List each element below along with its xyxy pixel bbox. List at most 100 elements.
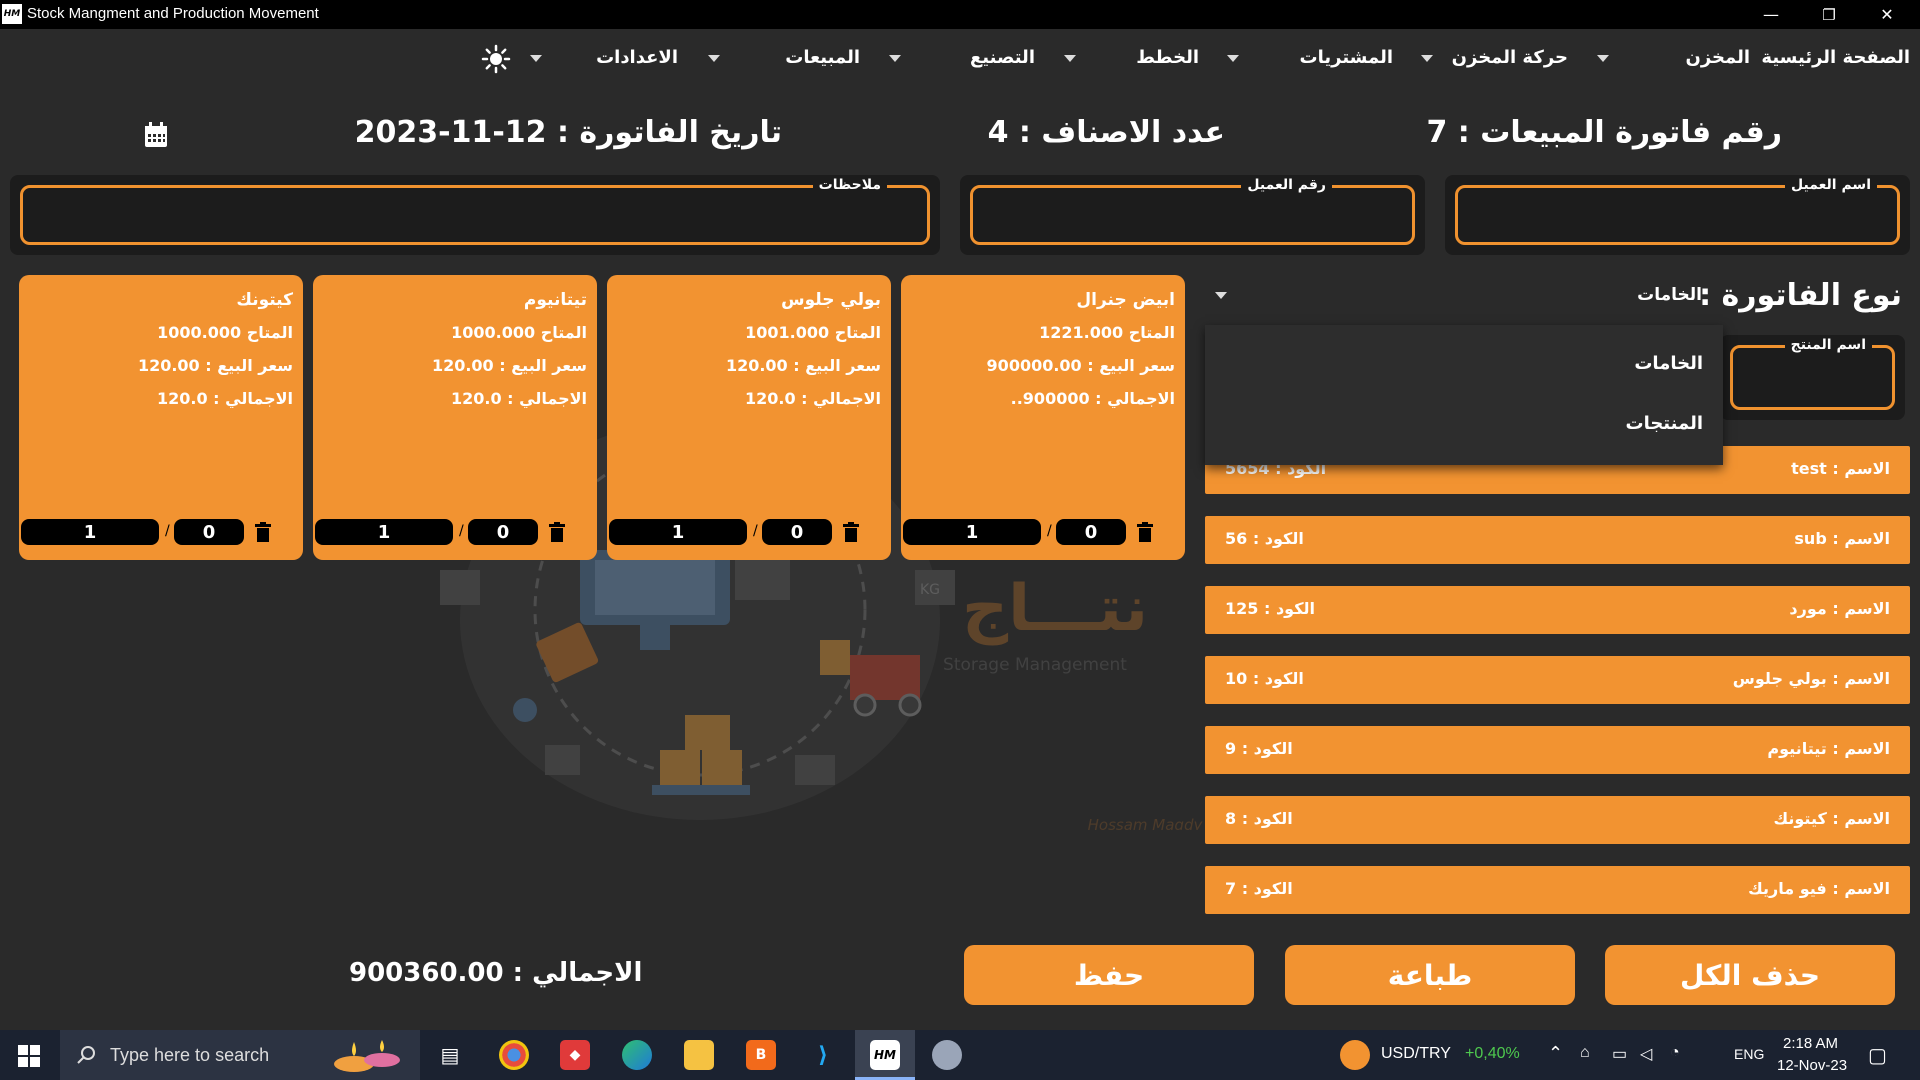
menu-purchases[interactable]: المشتريات [1300, 47, 1393, 68]
customer-name-field[interactable]: اسم العميل [1455, 177, 1900, 245]
volume-icon[interactable]: ◁ [1640, 1044, 1652, 1064]
search-icon [77, 1046, 95, 1064]
sun-icon[interactable] [481, 44, 511, 74]
task-view-icon[interactable]: ▤ [435, 1040, 465, 1070]
chevron-down-icon[interactable] [530, 55, 542, 62]
list-item[interactable]: الاسم : sub الكود : 56 [1205, 516, 1910, 564]
invoice-type-select[interactable]: الخامات [1205, 280, 1710, 310]
product-card: تيتانيوم المتاح 1000.000 سعر البيع : 120… [313, 275, 597, 560]
anydesk-icon[interactable]: ◆ [560, 1040, 590, 1070]
dropdown-option-products[interactable]: المنتجات [1625, 413, 1703, 434]
chevron-down-icon[interactable] [1421, 55, 1433, 62]
menu-manufacturing[interactable]: التصنيع [970, 47, 1035, 68]
customer-number-panel: رقم العميل [960, 175, 1425, 255]
menu-warehouse-movement[interactable]: حركة المخزن [1452, 47, 1568, 68]
language-indicator[interactable]: ENG [1734, 1046, 1764, 1062]
product-name-field[interactable]: اسم المنتج [1730, 337, 1895, 410]
chevron-down-icon[interactable] [708, 55, 720, 62]
total-label-text: الاجمالي [532, 958, 643, 988]
network-icon[interactable]: ⌂ [1580, 1044, 1590, 1062]
app-logo-icon: HM [2, 4, 22, 24]
kg-mark: KG [920, 582, 940, 598]
card-qty-input[interactable]: 1 [609, 519, 747, 545]
calendar-icon[interactable] [144, 122, 168, 148]
total-display: 900360.00 : الاجمالي [349, 958, 643, 988]
total-value: 900360.00 [349, 958, 504, 988]
notes-label: ملاحظات [812, 177, 887, 193]
customer-name-input[interactable] [1468, 198, 1887, 234]
menu-warehouse[interactable]: المخزن [1685, 47, 1750, 68]
card-extra-input[interactable]: 0 [1056, 519, 1126, 545]
menu-home[interactable]: الصفحة الرئيسية [1761, 47, 1910, 68]
minimize-button[interactable]: — [1742, 0, 1800, 29]
list-item[interactable]: الاسم : تيتانيوم الكود : 9 [1205, 726, 1910, 774]
invoice-type-dropdown: الخامات المنتجات [1205, 325, 1723, 465]
windows-start-icon[interactable] [18, 1045, 40, 1067]
trash-icon[interactable] [1137, 522, 1153, 542]
invoice-type-value: الخامات [1637, 285, 1702, 305]
card-qty-input[interactable]: 1 [315, 519, 453, 545]
card-available: المتاح 1000.000 [451, 323, 587, 342]
card-qty-input[interactable]: 1 [21, 519, 159, 545]
product-card: كيتونك المتاح 1000.000 سعر البيع : 120.0… [19, 275, 303, 560]
list-item[interactable]: الاسم : مورد الكود : 125 [1205, 586, 1910, 634]
chevron-down-icon[interactable] [1064, 55, 1076, 62]
active-app-tab[interactable]: HM [855, 1030, 915, 1080]
menu-settings[interactable]: الاعدادات [596, 47, 678, 68]
restore-button[interactable]: ❐ [1800, 0, 1858, 29]
trash-icon[interactable] [549, 522, 565, 542]
chevron-down-icon[interactable] [1215, 292, 1227, 299]
currency-change: +0,40% [1465, 1045, 1520, 1062]
list-item-code: الكود : 56 [1225, 529, 1304, 548]
paint-icon[interactable] [932, 1040, 962, 1070]
card-extra-input[interactable]: 0 [468, 519, 538, 545]
edge-icon[interactable] [622, 1040, 652, 1070]
card-name: ابيض جنرال [1076, 290, 1175, 310]
window-title: Stock Mangment and Production Movement [27, 5, 319, 22]
menu-bar: الصفحة الرئيسية المخزن حركة المخزن المشت… [0, 29, 1920, 89]
trash-icon[interactable] [255, 522, 271, 542]
dropdown-option-raw-materials[interactable]: الخامات [1634, 353, 1703, 374]
vscode-icon[interactable]: ⟩ [808, 1040, 838, 1070]
card-available: المتاح 1001.000 [745, 323, 881, 342]
list-item[interactable]: الاسم : فيو ماريك الكود : 7 [1205, 866, 1910, 914]
notifications-icon[interactable]: ▢ [1868, 1043, 1887, 1068]
wifi-icon[interactable]: ◔ [1670, 1044, 1680, 1062]
title-bar: HM Stock Mangment and Production Movemen… [0, 0, 1920, 29]
list-item[interactable]: الاسم : بولي جلوس الكود : 10 [1205, 656, 1910, 704]
chrome-icon[interactable] [499, 1040, 529, 1070]
clock-date[interactable]: 12-Nov-23 [1777, 1057, 1847, 1074]
trash-icon[interactable] [843, 522, 859, 542]
card-price: سعر البيع : 120.00 [725, 356, 881, 375]
list-item[interactable]: الاسم : كيتونك الكود : 8 [1205, 796, 1910, 844]
currency-icon [1340, 1040, 1370, 1070]
menu-plans[interactable]: الخطط [1136, 47, 1199, 68]
chevron-up-icon[interactable]: ⌃ [1548, 1043, 1563, 1064]
menu-sales[interactable]: المبيعات [785, 47, 860, 68]
card-extra-input[interactable]: 0 [174, 519, 244, 545]
chevron-down-icon[interactable] [1597, 55, 1609, 62]
taskbar-search[interactable]: Type here to search [60, 1030, 420, 1080]
customer-number-field[interactable]: رقم العميل [970, 177, 1415, 245]
file-explorer-icon[interactable] [684, 1040, 714, 1070]
app-logo-icon: HM [870, 1040, 900, 1070]
print-button[interactable]: طباعة [1285, 945, 1575, 1005]
product-card: ابيض جنرال المتاح 1221.000 سعر البيع : 9… [901, 275, 1185, 560]
notes-panel: ملاحظات [10, 175, 940, 255]
brave-icon[interactable]: B [746, 1040, 776, 1070]
list-item-name: الاسم : sub [1794, 529, 1890, 548]
card-extra-input[interactable]: 0 [762, 519, 832, 545]
customer-number-input[interactable] [983, 198, 1402, 234]
chevron-down-icon[interactable] [1227, 55, 1239, 62]
save-button[interactable]: حفظ [964, 945, 1254, 1005]
card-name: بولي جلوس [781, 290, 881, 310]
notes-input[interactable] [33, 198, 917, 234]
product-name-input[interactable] [1743, 358, 1882, 399]
chevron-down-icon[interactable] [889, 55, 901, 62]
clock-time[interactable]: 2:18 AM [1783, 1035, 1838, 1052]
card-qty-input[interactable]: 1 [903, 519, 1041, 545]
delete-all-button[interactable]: حذف الكل [1605, 945, 1895, 1005]
notes-field[interactable]: ملاحظات [20, 177, 930, 245]
close-button[interactable]: ✕ [1858, 0, 1916, 29]
battery-icon[interactable]: ▭ [1612, 1044, 1627, 1064]
